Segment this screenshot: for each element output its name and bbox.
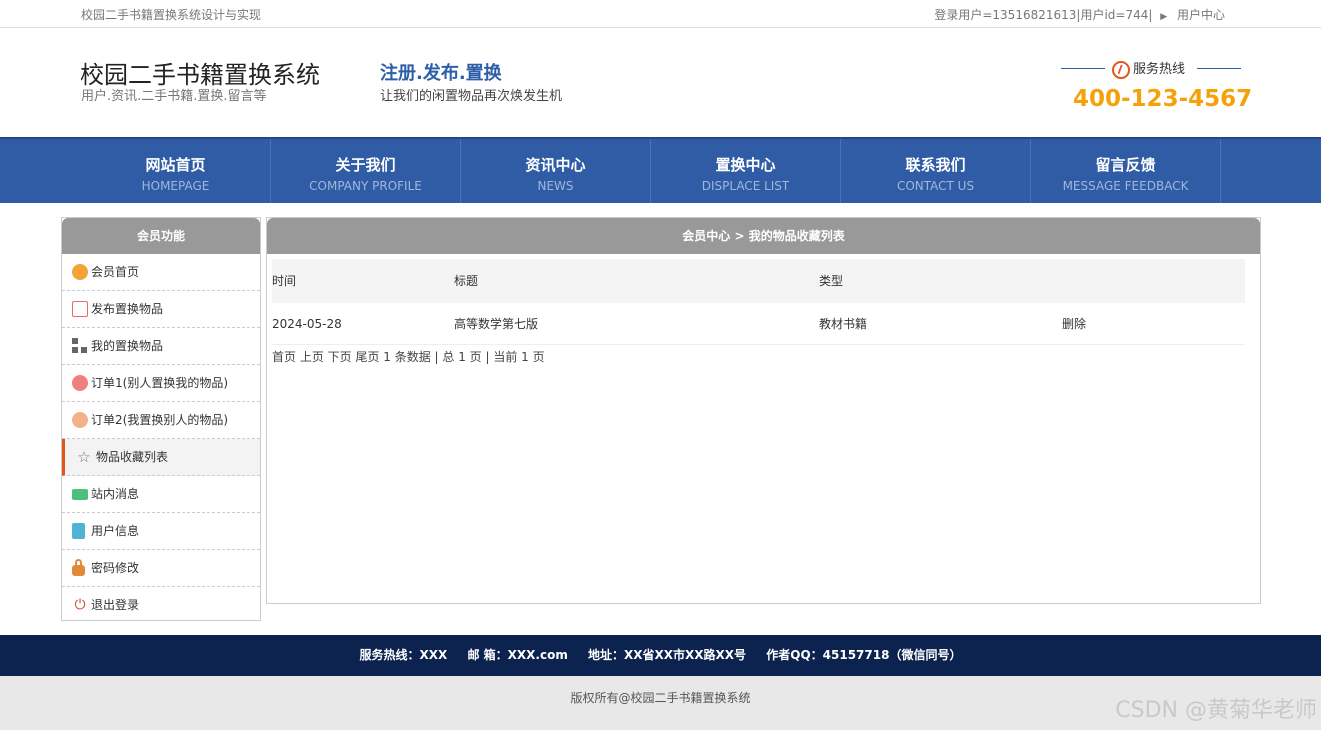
nav-item-news[interactable]: 资讯中心 NEWS — [461, 139, 651, 203]
nav-sublabel: HOMEPAGE — [141, 179, 210, 193]
nav-label: 网站首页 — [145, 156, 206, 174]
footer-qq: 作者QQ：45157718（微信同号） — [766, 648, 962, 662]
clipboard-icon — [72, 523, 85, 539]
sidebar-item-publish[interactable]: 发布置换物品 — [62, 291, 260, 328]
nav-sublabel: CONTACT US — [896, 179, 975, 193]
nav-sublabel: COMPANY PROFILE — [309, 179, 422, 193]
nav-label: 置换中心 — [715, 156, 776, 174]
watermark: CSDN @黄菊华老师 — [1115, 698, 1317, 723]
favorites-panel: 会员中心 > 我的物品收藏列表 时间 标题 类型 2024-05-28 高等数学… — [266, 217, 1261, 604]
sidebar-item-label: 退出登录 — [91, 598, 140, 612]
sidebar-item-label: 订单1(别人置换我的物品) — [91, 376, 228, 390]
footer-hotline: 服务热线：XXX — [359, 648, 448, 662]
nav-label: 关于我们 — [335, 156, 396, 174]
nav-item-displace[interactable]: 置换中心 DISPLACE LIST — [651, 139, 841, 203]
divider-line — [1197, 68, 1241, 69]
arrow-right-icon: ▶ — [1160, 12, 1168, 22]
sidebar-item-label: 用户信息 — [91, 524, 140, 538]
hotline-label-text: 服务热线 — [1133, 62, 1186, 77]
top-bar-title: 校园二手书籍置换系统设计与实现 — [81, 8, 262, 22]
sidebar-item-messages[interactable]: 站内消息 — [62, 476, 260, 513]
nav-item-homepage[interactable]: 网站首页 HOMEPAGE — [81, 139, 271, 203]
cell-type: 教材书籍 — [819, 317, 868, 331]
edit-icon — [72, 301, 88, 317]
column-header-title: 标题 — [454, 274, 479, 288]
site-subtitle: 用户.资讯.二手书籍.置换.留言等 — [81, 89, 267, 104]
site-header: 校园二手书籍置换系统 用户.资讯.二手书籍.置换.留言等 注册.发布.置换 让我… — [0, 28, 1321, 137]
order-icon — [72, 375, 88, 391]
nav-label: 联系我们 — [905, 156, 966, 174]
divider-line — [1061, 68, 1105, 69]
table-header: 时间 标题 类型 — [272, 259, 1245, 303]
top-bar: 校园二手书籍置换系统设计与实现 登录用户=13516821613|用户id=74… — [0, 0, 1321, 28]
nav-item-contact[interactable]: 联系我们 CONTACT US — [841, 139, 1031, 203]
column-header-type: 类型 — [819, 274, 844, 288]
pagination[interactable]: 首页 上页 下页 尾页 1 条数据 | 总 1 页 | 当前 1 页 — [272, 348, 545, 365]
card-icon — [72, 489, 88, 500]
power-icon: ⏻ — [74, 597, 86, 613]
member-home-icon — [72, 264, 88, 280]
hotline-label: 服务热线 — [1061, 57, 1241, 79]
column-header-time: 时间 — [272, 274, 297, 288]
cell-title[interactable]: 高等数学第七版 — [454, 303, 538, 345]
login-info: 登录用户=13516821613|用户id=744| ▶ 用户中心 — [934, 6, 1225, 23]
lock-icon — [72, 559, 85, 576]
slogan-subtitle: 让我们的闲置物品再次焕发生机 — [380, 89, 563, 104]
footer-address: 地址：XX省XX市XX路XX号 — [588, 648, 747, 662]
sidebar-item-user-info[interactable]: 用户信息 — [62, 513, 260, 550]
sidebar-item-label: 物品收藏列表 — [96, 450, 169, 464]
nav-sublabel: DISPLACE LIST — [701, 179, 790, 193]
nav-item-feedback[interactable]: 留言反馈 MESSAGE FEEDBACK — [1031, 139, 1221, 203]
delete-link[interactable]: 删除 — [1062, 303, 1086, 345]
login-user-text: 登录用户=13516821613|用户id=744| — [934, 8, 1153, 22]
table-row: 2024-05-28 高等数学第七版 教材书籍 删除 — [272, 303, 1245, 345]
footer-info: 服务热线：XXX 邮 箱：XXX.com 地址：XX省XX市XX路XX号 作者Q… — [0, 635, 1321, 676]
sidebar-item-my-items[interactable]: 我的置换物品 — [62, 328, 260, 365]
nav-sublabel: MESSAGE FEEDBACK — [1062, 179, 1189, 193]
nav-sublabel: NEWS — [537, 179, 574, 193]
nav-item-about[interactable]: 关于我们 COMPANY PROFILE — [271, 139, 461, 203]
slogan: 注册.发布.置换 — [380, 63, 502, 84]
phone-icon — [1112, 60, 1130, 79]
sidebar-item-label: 密码修改 — [91, 561, 140, 575]
sidebar-item-password[interactable]: 密码修改 — [62, 550, 260, 587]
sidebar-item-label: 订单2(我置换别人的物品) — [91, 413, 228, 427]
user-center-link[interactable]: 用户中心 — [1177, 8, 1225, 22]
sidebar-item-logout[interactable]: ⏻ 退出登录 — [62, 587, 260, 624]
sidebar-item-label: 我的置换物品 — [91, 339, 164, 353]
sidebar-item-favorites[interactable]: ☆ 物品收藏列表 — [62, 439, 260, 476]
order-icon — [72, 412, 88, 428]
sidebar-item-label: 站内消息 — [91, 487, 140, 501]
hotline-text: 服务热线 — [1112, 58, 1185, 79]
sidebar-title: 会员功能 — [62, 218, 260, 254]
sidebar-item-label: 会员首页 — [91, 265, 140, 279]
breadcrumb: 会员中心 > 我的物品收藏列表 — [267, 218, 1260, 254]
sidebar-item-order-1[interactable]: 订单1(别人置换我的物品) — [62, 365, 260, 402]
hotline-number: 400-123-4567 — [1073, 86, 1253, 112]
member-sidebar: 会员功能 会员首页 发布置换物品 我的置换物品 订单1(别人置换我的物品) 订单… — [61, 217, 261, 621]
nav-label: 资讯中心 — [525, 156, 586, 174]
star-icon: ☆ — [77, 448, 91, 466]
sidebar-item-label: 发布置换物品 — [91, 302, 164, 316]
sidebar-item-order-2[interactable]: 订单2(我置换别人的物品) — [62, 402, 260, 439]
footer-email: 邮 箱：XXX.com — [467, 648, 568, 662]
main-nav: 网站首页 HOMEPAGE 关于我们 COMPANY PROFILE 资讯中心 … — [0, 137, 1321, 203]
nav-label: 留言反馈 — [1095, 156, 1156, 174]
grid-icon — [72, 338, 88, 354]
cell-time: 2024-05-28 — [272, 317, 342, 331]
sidebar-item-member-home[interactable]: 会员首页 — [62, 254, 260, 291]
